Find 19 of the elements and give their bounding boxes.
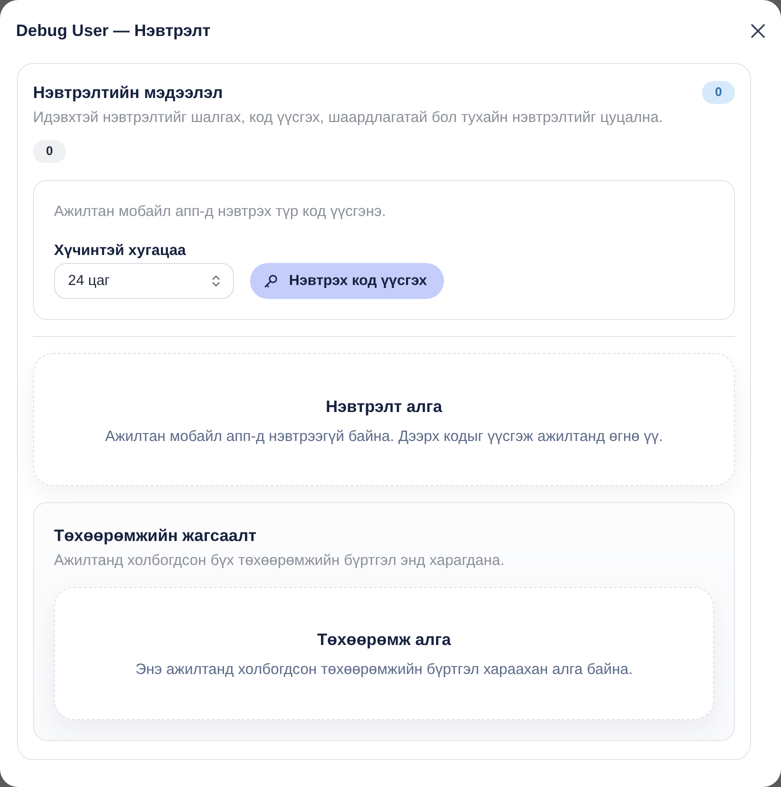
section-description: Ажилтанд холбогдсон бүх төхөөрөмжийн бүртгэл энд харагдана. — [54, 552, 506, 570]
section-title: Төхөөрөмжийн жагсаалт — [54, 526, 258, 546]
empty-state-title: Нэвтрэлт алга — [326, 397, 442, 417]
empty-state-title: Төхөөрөмж алга — [317, 630, 451, 650]
close-button[interactable] — [751, 24, 765, 38]
generate-code-button[interactable]: Нэвтрэх код үүсгэх — [250, 263, 444, 299]
empty-state-description: Ажилтан мобайл апп-д нэвтрээгүй байна. Дээрх кодыг үүсгэж ажилтанд өгнө үү. — [105, 428, 663, 446]
panel-description: Ажилтан мобайл апп-д нэвтрэх түр код үүсгэнэ. — [54, 203, 387, 221]
section-description: Идэвхтэй нэвтрэлтийг шалгах, код үүсгэх, шаардлагатай бол тухайн нэвтрэлтийг цуцална. — [33, 109, 664, 127]
key-icon — [264, 274, 278, 288]
section-title: Нэвтрэлтийн мэдээлэл — [33, 82, 223, 102]
count-badge: 0 — [702, 81, 735, 104]
empty-state-description: Энэ ажилтанд холбогдсон төхөөрөмжийн бүртгэл хараахан алга байна. — [135, 661, 633, 679]
dialog-title: Debug User — Нэвтрэлт — [16, 20, 210, 40]
validity-select[interactable]: 24 цаг — [54, 263, 234, 299]
chevron-updown-icon — [212, 275, 220, 287]
status-badge: 0 — [33, 140, 66, 163]
field-label: Хүчинтэй хугацаа — [54, 242, 187, 260]
close-icon — [751, 24, 765, 38]
